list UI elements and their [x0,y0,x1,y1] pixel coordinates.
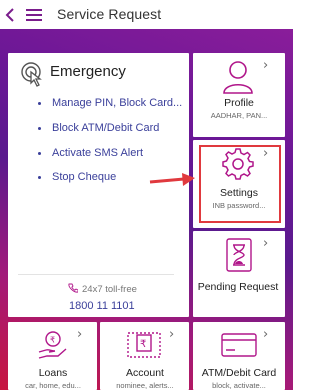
loans-title: Loans [38,367,68,379]
emergency-item-label: Stop Cheque [52,171,117,183]
red-arrow-icon [148,173,196,194]
atm-debit-card-title: ATM/Debit Card [201,367,277,379]
loans-subtitle: car, home, edu... [25,381,81,390]
emergency-item-label: Activate SMS Alert [52,147,144,159]
loan-money-hand-icon: ₹ [38,330,68,365]
page-title: Service Request [57,6,162,22]
tollfree-number[interactable]: 1800 11 1101 [69,300,135,312]
emergency-item-manage-pin[interactable]: Manage PIN, Block Card... [38,97,182,109]
phone-icon [68,283,79,296]
top-app-bar: Service Request [0,0,293,29]
emergency-title: Emergency [50,63,126,80]
user-icon [222,60,254,99]
divider [18,274,174,275]
emergency-item-sms-alert[interactable]: Activate SMS Alert [38,147,143,159]
atm-debit-card-subtitle: block, activate... [212,381,266,390]
bullet-dot [38,126,41,130]
pending-request-title: Pending Request [197,281,279,293]
account-subtitle: nominee, alerts... [116,381,174,390]
chevron-right-icon: › [263,236,269,251]
chevron-right-icon: › [263,327,269,342]
svg-text:₹: ₹ [140,339,146,350]
chevron-right-icon: › [77,327,83,342]
account-title: Account [126,367,164,379]
emergency-item-label: Block ATM/Debit Card [52,122,160,134]
profile-subtitle: AADHAR, PAN... [210,111,268,120]
tollfree-label: 24x7 toll-free [68,283,137,296]
tollfree-label-text: 24x7 toll-free [82,284,137,295]
emergency-item-stop-cheque[interactable]: Stop Cheque [38,171,116,183]
svg-text:₹: ₹ [50,336,55,345]
settings-highlight-box [199,145,281,223]
emergency-item-block-card[interactable]: Block ATM/Debit Card [38,122,159,134]
back-chevron-icon[interactable] [2,0,18,29]
bullet-dot [38,175,41,179]
profile-title: Profile [224,97,254,109]
bullet-dot [38,101,41,105]
account-passbook-icon: ₹ [127,330,161,365]
bullet-dot [38,151,41,155]
tap-hand-icon [20,61,46,92]
chevron-right-icon: › [263,58,269,73]
chevron-right-icon: › [169,327,175,342]
hourglass-document-icon [226,238,252,277]
emergency-item-label: Manage PIN, Block Card... [52,97,183,109]
hamburger-menu-icon[interactable] [23,0,45,29]
credit-card-icon [221,333,257,362]
